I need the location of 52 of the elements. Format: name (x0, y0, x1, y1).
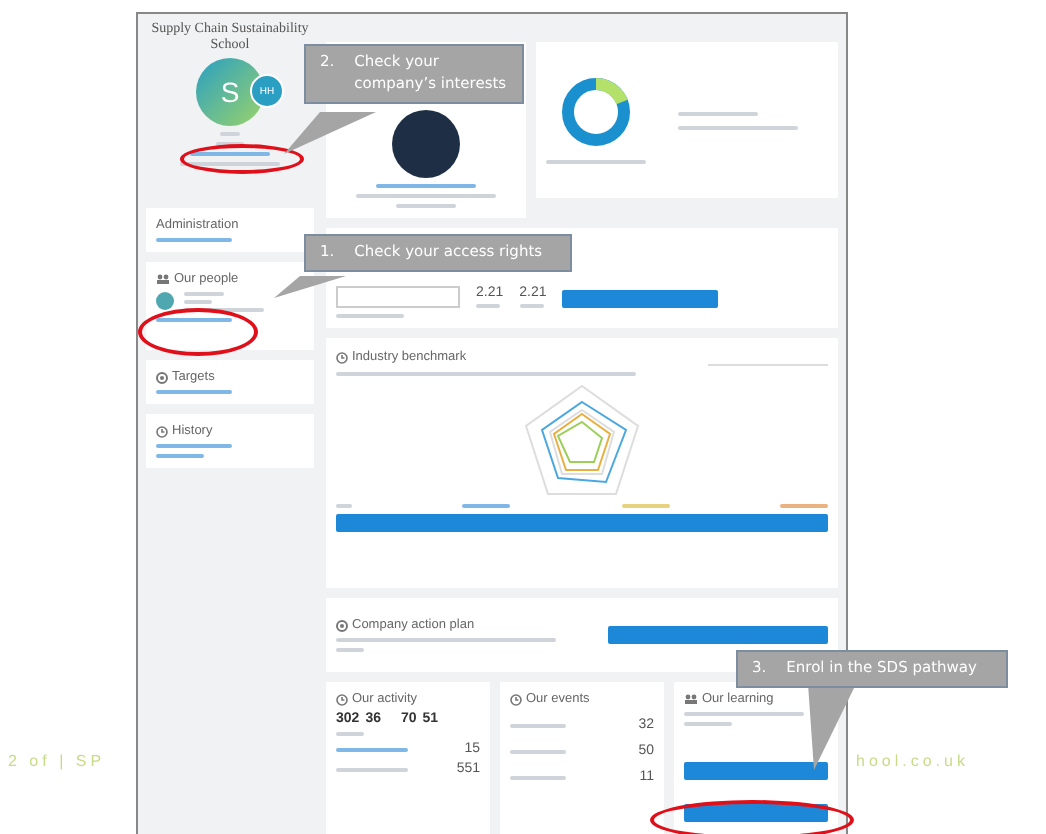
blurred-text-line (336, 648, 364, 653)
blurred-text-line (546, 160, 646, 164)
blurred-text-line (336, 732, 364, 737)
blurred-text-line (220, 132, 240, 137)
dropdown-field[interactable] (336, 286, 460, 309)
primary-button[interactable] (684, 762, 828, 781)
blurred-text-line (779, 504, 828, 509)
dart-icon (336, 619, 348, 632)
dart-icon (156, 371, 168, 383)
blurred-text-line (336, 747, 408, 752)
blurred-text-line (510, 723, 566, 728)
people-icon (684, 694, 698, 705)
blurred-text-line (462, 504, 511, 509)
blurred-text-line (356, 194, 496, 198)
blurred-text-line (156, 238, 232, 242)
primary-button[interactable] (336, 514, 828, 533)
blurred-text-line (678, 111, 758, 115)
blurred-text-line (156, 454, 204, 458)
blurred-text-line (156, 444, 232, 448)
footer-text: hool.co.uk (856, 752, 969, 770)
blurred-text-line (156, 390, 232, 394)
primary-button[interactable] (608, 626, 828, 645)
blurred-text-line (684, 712, 804, 717)
highlight-ellipse (138, 308, 258, 356)
blurred-text-line (336, 314, 404, 319)
callout-pointer (280, 112, 380, 156)
blurred-text-line (190, 152, 270, 157)
blurred-text-line (678, 125, 798, 129)
blurred-text-line (336, 504, 352, 509)
radar-chart-drawing (522, 382, 642, 499)
blurred-text-line (476, 304, 500, 309)
blurred-text-line (510, 775, 566, 780)
blurred-text-line (180, 162, 280, 167)
blurred-text-line (184, 292, 224, 296)
blurred-text-line (510, 749, 566, 754)
people-icon (156, 274, 170, 284)
blurred-text-line (621, 504, 670, 509)
footer-text: 2 of | SP (8, 752, 106, 770)
primary-button[interactable] (684, 804, 828, 823)
blurred-text-line (184, 300, 212, 304)
blurred-text-line (396, 204, 456, 208)
donut-drawing (560, 76, 632, 148)
primary-button[interactable] (562, 290, 719, 309)
blurred-text-line (156, 318, 232, 322)
blurred-text-line (376, 184, 476, 188)
school-logo-icon (392, 110, 460, 178)
blurred-text-line (684, 722, 732, 727)
blurred-text-line (336, 767, 408, 772)
blurred-text-line (216, 142, 244, 147)
blurred-text-line (519, 304, 544, 309)
callout-pointer (270, 276, 350, 300)
person-avatar-icon (156, 292, 174, 310)
